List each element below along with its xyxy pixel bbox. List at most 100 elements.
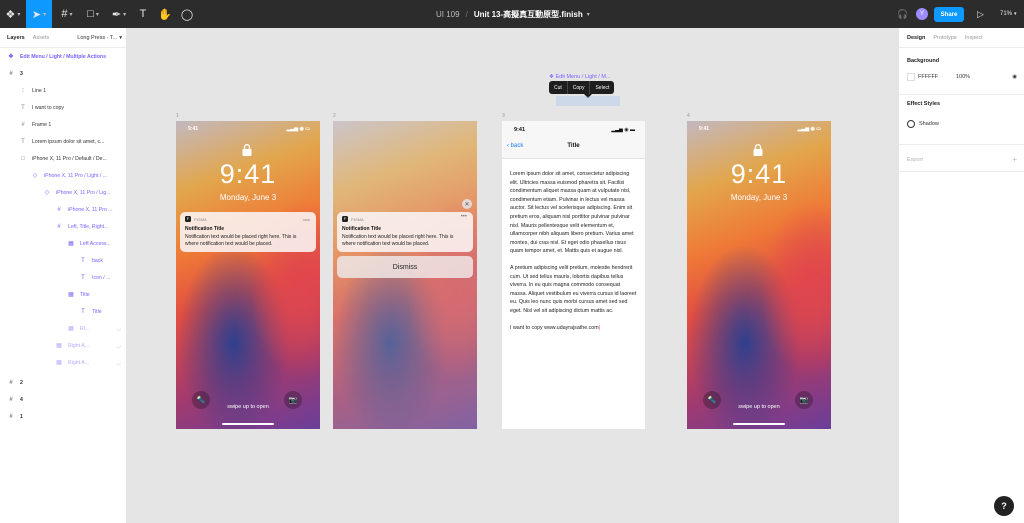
layer-item[interactable]: ▦ Ri... ◡ — [0, 320, 127, 337]
section-title: Export — [907, 156, 923, 163]
layer-item[interactable]: # Frame 1 — [0, 116, 127, 133]
dismiss-button[interactable]: Dismiss — [337, 256, 473, 278]
group-icon: ▦ — [56, 343, 62, 349]
page-select-label: Long Press - T... — [77, 35, 118, 41]
layer-item[interactable]: #3 — [0, 65, 127, 82]
figma-menu-button[interactable]: ❖ ▾ — [0, 0, 26, 28]
text-icon: T — [21, 138, 25, 145]
chevron-down-icon: ▾ — [17, 11, 21, 18]
zoom-menu[interactable]: 71% ▾ — [1000, 0, 1017, 28]
layer-item[interactable]: ▦ Left Access... — [0, 235, 127, 252]
lock-date: Monday, June 3 — [730, 193, 788, 202]
frame-label[interactable]: 3 — [502, 113, 505, 119]
frame-icon: # — [9, 396, 13, 403]
color-swatch[interactable] — [907, 73, 915, 81]
tab-prototype[interactable]: Prototype — [933, 35, 957, 41]
headphones-icon[interactable]: 🎧 — [897, 0, 908, 28]
frame-2-long-press[interactable]: ✕ F FIGMA ••• Notification Title Notifica… — [333, 121, 477, 429]
layer-item[interactable]: T Icon / ... — [0, 269, 127, 286]
layer-item[interactable]: #1 — [0, 408, 127, 425]
background-opacity[interactable]: 100% — [956, 74, 970, 80]
lock-clock: 9:41 — [730, 159, 788, 189]
layer-item[interactable]: # Left, Title, Right... — [0, 218, 127, 235]
hand-icon: ✋ — [158, 8, 172, 21]
move-tool-button[interactable]: ➤ ▾ — [26, 0, 52, 28]
copy-paragraph[interactable]: I want to copy www.udayrajsathe.com| — [510, 324, 637, 333]
layer-item[interactable]: ⁝ Line 1 — [0, 82, 127, 99]
comment-tool-button[interactable]: ◯ — [176, 0, 198, 28]
status-bar: 9:41 ▂▃▅ ◉ ▭ — [188, 126, 310, 132]
background-row[interactable]: FFFFFF 100% ◉ — [907, 73, 1017, 81]
file-title[interactable]: UI 109 / Unit 13-高擬真互動原型.finish ▾ — [436, 0, 590, 28]
chevron-down-icon: ▾ — [119, 35, 122, 41]
canvas[interactable]: 1 2 3 4 9:41 ▂▃▅ ◉ ▭ 9:41 Monday, June 3… — [127, 28, 898, 523]
layer-item[interactable]: #2 — [0, 374, 127, 391]
tab-assets[interactable]: Assets — [33, 35, 50, 41]
notification-time: now — [302, 217, 310, 222]
section-title: Background — [907, 58, 940, 64]
layer-item[interactable]: # iPhone X, 11 Pro ... — [0, 201, 127, 218]
menu-item-copy[interactable]: Copy — [568, 81, 591, 94]
lock-date: Monday, June 3 — [219, 193, 277, 202]
navigation-bar: 9:41 ▂▃▅ ◉ ▬ ‹ back Title — [502, 121, 645, 159]
layer-item[interactable]: ◇ iPhone X, 11 Pro / Lig... — [0, 184, 127, 201]
layer-item[interactable]: T Title — [0, 303, 127, 320]
group-icon: ▦ — [68, 292, 74, 298]
share-button[interactable]: Share — [934, 7, 964, 22]
layer-item[interactable]: T Lorem ipsum dolor sit amet, c... — [0, 133, 127, 150]
hidden-eye-icon[interactable]: ◡ — [117, 343, 121, 349]
group-icon: ▦ — [68, 241, 74, 247]
home-indicator — [733, 423, 785, 425]
hand-tool-button[interactable]: ✋ — [154, 0, 176, 28]
hidden-eye-icon[interactable]: ◡ — [117, 326, 121, 332]
pen-tool-button[interactable]: ✒ ▾ — [106, 0, 132, 28]
edit-menu[interactable]: Cut Copy Select — [549, 81, 615, 94]
layer-label: Right A... — [68, 342, 90, 349]
close-icon[interactable]: ✕ — [462, 199, 472, 209]
instance-icon: ◇ — [32, 173, 38, 179]
frame-label[interactable]: 4 — [687, 113, 690, 119]
layer-item[interactable]: ▦ Right A... ◡ — [0, 337, 127, 354]
more-icon[interactable]: ••• — [461, 214, 467, 220]
effect-style-row[interactable]: Shadow — [907, 120, 1017, 128]
layer-item[interactable]: #4 — [0, 391, 127, 408]
tab-design[interactable]: Design — [907, 35, 925, 41]
chevron-down-icon: ▾ — [69, 11, 73, 18]
notification-card[interactable]: F FIGMA now Notification Title Notificati… — [180, 212, 316, 252]
layer-item[interactable]: T I want to copy — [0, 99, 127, 116]
layer-item[interactable]: ❖ Edit Menu / Light / Multiple Actions — [0, 48, 127, 65]
frame-label[interactable]: 2 — [333, 113, 336, 119]
text-icon: T — [81, 257, 85, 264]
background-hex[interactable]: FFFFFF — [918, 74, 956, 80]
layer-item[interactable]: ▦ Title — [0, 286, 127, 303]
layer-label: 3 — [20, 70, 23, 77]
copy-text[interactable]: I want to copy www.udayrajsathe.com — [510, 325, 599, 331]
layer-item[interactable]: □ iPhone X, 11 Pro / Default / De... — [0, 150, 127, 167]
menu-item-select[interactable]: Select — [590, 81, 614, 94]
frame-3-text-screen[interactable]: 9:41 ▂▃▅ ◉ ▬ ‹ back Title Lorem ipsum do… — [502, 121, 645, 429]
layer-label: Line 1 — [32, 87, 47, 94]
shape-tool-button[interactable]: □ ▾ — [80, 0, 106, 28]
tab-layers[interactable]: Layers — [7, 35, 25, 41]
menu-item-cut[interactable]: Cut — [549, 81, 568, 94]
edit-menu-label[interactable]: ❖ Edit Menu / Light / M... — [549, 74, 611, 80]
frame-label[interactable]: 1 — [176, 113, 179, 119]
layer-item[interactable]: ◇ iPhone X, 11 Pro / Light / ... — [0, 167, 127, 184]
layer-item[interactable]: Tback — [0, 252, 127, 269]
layer-item[interactable]: ▦ Right A... ◡ — [0, 354, 127, 371]
avatar[interactable]: Y — [916, 8, 928, 20]
hidden-eye-icon[interactable]: ◡ — [117, 360, 121, 366]
frame-icon: # — [57, 206, 61, 213]
tab-inspect[interactable]: Inspect — [965, 35, 983, 41]
help-button[interactable]: ? — [994, 496, 1014, 516]
frame-tool-button[interactable]: # ▾ — [54, 0, 80, 28]
notification-card[interactable]: F FIGMA ••• Notification Title Notificati… — [337, 212, 473, 252]
page-select[interactable]: Long Press - T... ▾ — [77, 28, 122, 48]
plus-icon[interactable]: + — [1012, 155, 1017, 164]
frame-1-lockscreen[interactable]: 9:41 ▂▃▅ ◉ ▭ 9:41 Monday, June 3 F FIGMA … — [176, 121, 320, 429]
present-play-icon[interactable]: ▷ — [977, 0, 984, 28]
eye-icon[interactable]: ◉ — [1012, 74, 1017, 80]
frame-4-lockscreen[interactable]: 9:41 ▂▃▅ ◉ ▭ 9:41 Monday, June 3 🔦 📷 swi… — [687, 121, 831, 429]
text-tool-button[interactable]: T — [132, 0, 154, 28]
text-icon: T — [139, 8, 147, 20]
